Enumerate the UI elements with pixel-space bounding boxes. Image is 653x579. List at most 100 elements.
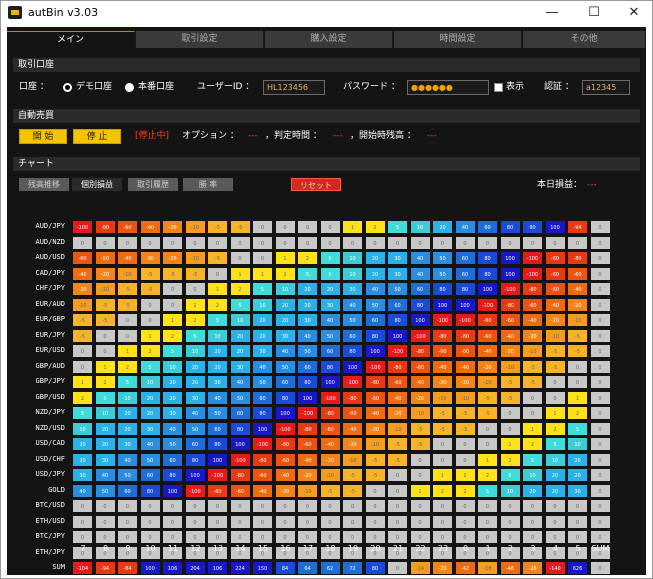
heatmap-cell: 0: [274, 499, 296, 513]
heatmap-cell: -26: [522, 561, 543, 575]
heatmap-cell: -104: [72, 561, 93, 575]
tab-main[interactable]: メイン: [7, 31, 135, 48]
heatmap-cell: 50: [252, 375, 273, 389]
column-label: 0: [462, 544, 469, 553]
user-id-input[interactable]: HL123456: [263, 80, 325, 95]
row-label: BTC/USD: [35, 501, 65, 509]
heatmap-cell: 10: [72, 421, 93, 436]
heatmap-cell: 20: [364, 266, 386, 281]
row-label: ETH/USD: [35, 516, 65, 525]
heatmap-cell: 20: [432, 220, 453, 234]
heatmap-cell: 0: [522, 530, 543, 544]
heatmap-cell: -40: [522, 313, 543, 327]
heatmap-cell: 2: [207, 297, 228, 312]
heatmap-cell: 0: [274, 235, 296, 250]
heatmap-cell: -80: [297, 421, 318, 436]
heatmap-cell: 60: [184, 437, 206, 451]
heatmap-cell: 0: [207, 514, 228, 529]
heatmap-cell: 80: [319, 359, 341, 374]
balance-history-button[interactable]: 残高推移: [19, 178, 69, 191]
minimize-button[interactable]: —: [532, 1, 572, 25]
auth-label: 認証 ：: [544, 82, 574, 92]
heatmap-cell: 0: [229, 499, 251, 513]
auth-input[interactable]: a12345: [582, 80, 630, 95]
heatmap-cell: 0: [454, 235, 476, 250]
heatmap-cell: 20: [162, 390, 183, 405]
heatmap-cell: -100: [342, 375, 363, 389]
tab-trade-settings[interactable]: 取引設定: [136, 31, 264, 48]
heatmap-cell: 20: [319, 282, 341, 296]
heatmap-cell: 30: [387, 266, 408, 281]
heatmap-cell: 2: [72, 390, 93, 405]
show-password-checkbox[interactable]: [494, 83, 503, 92]
heatmap-cell: 0: [207, 499, 228, 513]
heatmap-cell: -80: [319, 406, 341, 420]
heatmap-cell: -10: [184, 251, 206, 265]
heatmap-cell: 0: [387, 561, 408, 575]
heatmap-cell: -5: [499, 390, 521, 405]
heatmap-cell: 0: [162, 235, 183, 250]
win-rate-button[interactable]: 勝 率: [183, 178, 233, 191]
heatmap-cell: 5: [139, 359, 161, 374]
heatmap-cell: -60: [297, 437, 318, 451]
heatmap-cell: 0: [589, 297, 611, 312]
heatmap-cell: 1: [94, 359, 116, 374]
column-label: 23: [437, 544, 449, 553]
real-account-label: 本番口座: [138, 82, 175, 92]
reset-button[interactable]: リセット: [291, 178, 341, 191]
heatmap-cell: 0: [162, 530, 183, 544]
heatmap-cell: 50: [364, 297, 386, 312]
maximize-button[interactable]: ☐: [574, 1, 614, 25]
start-button[interactable]: 開 始: [19, 129, 67, 144]
tab-other[interactable]: その他: [523, 31, 646, 48]
row-label: AUD/USD: [35, 253, 65, 261]
heatmap-cell: 5: [184, 328, 206, 343]
heatmap-cell: 0: [589, 235, 611, 250]
heatmap-cell: 20: [94, 437, 116, 451]
heatmap-cell: 2: [117, 359, 138, 374]
demo-account-radio[interactable]: [63, 83, 72, 92]
tab-time-settings[interactable]: 時間設定: [394, 31, 522, 48]
heatmap-cell: 150: [252, 561, 273, 575]
heatmap-cell: 0: [387, 530, 408, 544]
heatmap-cell: 0: [432, 235, 453, 250]
tab-purchase-settings[interactable]: 購入設定: [265, 31, 393, 48]
heatmap-cell: -60: [432, 344, 453, 358]
heatmap-cell: 0: [589, 499, 611, 513]
heatmap-cell: -40: [117, 251, 138, 265]
heatmap-cell: -10: [409, 406, 431, 420]
judge-time-label: ，判定時間 ：: [265, 131, 322, 141]
heatmap-cell: -10: [117, 266, 138, 281]
real-account-radio[interactable]: [125, 83, 134, 92]
trade-history-button[interactable]: 取引履歴: [128, 178, 178, 191]
heatmap-cell: 0: [387, 514, 408, 529]
heatmap-cell: -80: [522, 282, 543, 296]
heatmap-cell: 100: [387, 328, 408, 343]
heatmap-cell: 0: [522, 390, 543, 405]
heatmap-cell: 30: [139, 421, 161, 436]
heatmap-cell: 0: [477, 514, 498, 529]
heatmap-cell: -80: [454, 328, 476, 343]
heatmap-cell: 1: [432, 468, 453, 482]
column-label: 15: [257, 544, 269, 553]
heatmap-cell: 100: [297, 390, 318, 405]
heatmap-cell: 0: [207, 235, 228, 250]
stop-button[interactable]: 停 止: [73, 129, 121, 144]
heatmap-cell: 2: [184, 313, 206, 327]
heatmap-cell: 40: [207, 390, 228, 405]
heatmap-cell: -20: [94, 266, 116, 281]
heatmap-cell: -100: [297, 406, 318, 420]
password-input[interactable]: ●●●●●●: [407, 80, 489, 95]
heatmap-cell: 0: [409, 468, 431, 482]
heatmap-cell: 40: [229, 375, 251, 389]
heatmap-cell: 0: [184, 499, 206, 513]
close-button[interactable]: ✕: [614, 1, 653, 25]
row-label: NZD/USD: [35, 423, 65, 432]
individual-pnl-button[interactable]: 個別損益: [72, 178, 122, 191]
heatmap-cell: 100: [319, 375, 341, 389]
heatmap-cell: -40: [297, 452, 318, 467]
demo-account-label: デモ口座: [76, 82, 113, 92]
heatmap-cell: 0: [139, 499, 161, 513]
heatmap-cell: -100: [432, 313, 453, 327]
heatmap-cell: 0: [589, 468, 611, 482]
